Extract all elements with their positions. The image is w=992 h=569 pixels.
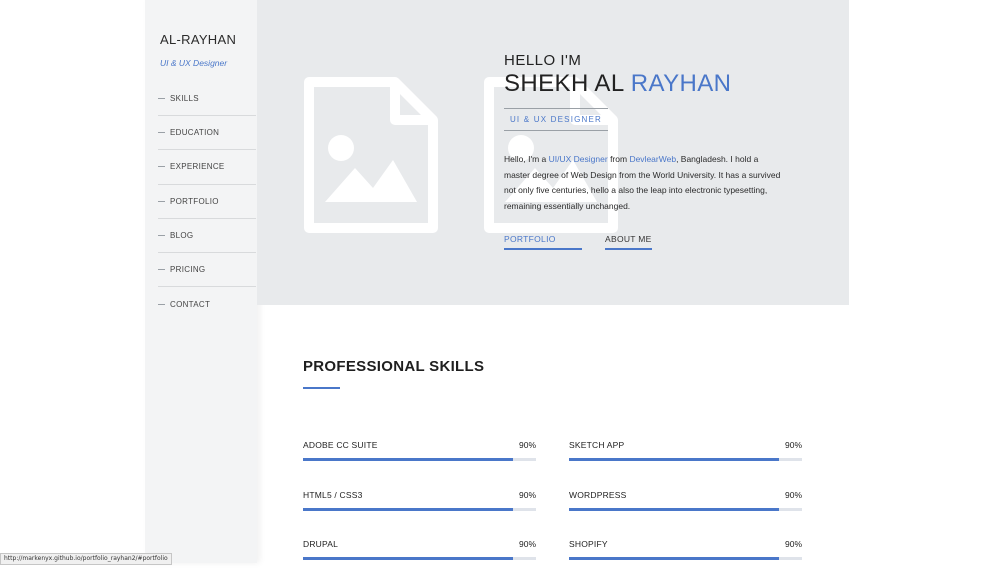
bio-from: from <box>610 154 628 164</box>
skill-progress-track <box>303 508 536 511</box>
skill-name: DRUPAL <box>303 539 339 549</box>
hero-bio: Hello, I'm a UI/UX Designer from Devlear… <box>504 152 784 214</box>
skill-progress-fill <box>303 508 513 511</box>
hero-greeting: HELLO I'M <box>504 52 582 69</box>
brand-logo[interactable]: AL-RAYHAN <box>160 32 236 47</box>
skill-percent: 90% <box>518 539 536 549</box>
skill-item: SKETCH APP 90% <box>569 440 802 470</box>
about-me-button[interactable]: ABOUT ME <box>605 234 652 250</box>
dash-icon <box>158 166 165 168</box>
portfolio-button[interactable]: PORTFOLIO <box>504 234 582 250</box>
dash-icon <box>158 200 165 202</box>
sidebar-item-label: EXPERIENCE <box>170 162 225 172</box>
skill-item: WORDPRESS 90% <box>569 490 802 520</box>
skill-percent: 90% <box>784 539 802 549</box>
skill-progress-fill <box>569 458 779 461</box>
skills-section-title: PROFESSIONAL SKILLS <box>303 358 485 375</box>
skill-item: HTML5 / CSS3 90% <box>303 490 536 520</box>
skill-item: ADOBE CC SUITE 90% <box>303 440 536 470</box>
skill-item: SHOPIFY 90% <box>569 539 802 569</box>
skill-progress-track <box>303 557 536 560</box>
sidebar-item-pricing[interactable]: PRICING <box>158 253 256 288</box>
skill-progress-fill <box>303 557 513 560</box>
bio-prefix: Hello, I'm a <box>504 154 547 164</box>
sidebar-item-skills[interactable]: SKILLS <box>158 82 256 117</box>
browser-status-bar: http://markenyx.github.io/portfolio_rayh… <box>0 553 172 565</box>
bio-role-link[interactable]: UI/UX Designer <box>549 154 608 164</box>
skill-progress-track <box>303 458 536 461</box>
dash-icon <box>158 303 165 305</box>
skill-percent: 90% <box>518 490 536 500</box>
hero-name: SHEKH AL RAYHAN <box>504 70 731 98</box>
dash-icon <box>158 132 165 134</box>
dash-icon <box>158 269 165 271</box>
skill-progress-track <box>569 557 802 560</box>
dash-icon <box>158 234 165 236</box>
skill-name: HTML5 / CSS3 <box>303 490 363 500</box>
skill-name: ADOBE CC SUITE <box>303 440 378 450</box>
skill-name: WORDPRESS <box>569 490 627 500</box>
bio-company-link[interactable]: DevlearWeb <box>629 154 676 164</box>
sidebar-item-label: PRICING <box>170 265 206 275</box>
skill-progress-track <box>569 458 802 461</box>
sidebar-item-portfolio[interactable]: PORTFOLIO <box>158 185 256 219</box>
skill-progress-fill <box>303 458 513 461</box>
skill-name: SKETCH APP <box>569 440 625 450</box>
image-placeholder-icon <box>304 77 438 233</box>
sidebar: AL-RAYHAN UI & UX Designer SKILLS EDUCAT… <box>145 0 257 563</box>
sidebar-item-experience[interactable]: EXPERIENCE <box>158 150 256 185</box>
hero-name-first: SHEKH AL <box>504 70 624 97</box>
sidebar-item-label: CONTACT <box>170 299 211 309</box>
skill-progress-track <box>569 508 802 511</box>
sidebar-item-label: EDUCATION <box>170 128 220 138</box>
sidebar-item-education[interactable]: EDUCATION <box>158 116 256 151</box>
brand-tagline: UI & UX Designer <box>160 58 228 68</box>
sidebar-menu: SKILLS EDUCATION EXPERIENCE PORTFOLIO BL… <box>158 82 256 321</box>
hero-section: HELLO I'M SHEKH AL RAYHAN UI & UX DESIGN… <box>257 0 849 305</box>
sidebar-item-label: PORTFOLIO <box>170 196 219 206</box>
skill-item: DRUPAL 90% <box>303 539 536 569</box>
skill-progress-fill <box>569 557 779 560</box>
title-underline <box>303 387 340 389</box>
page-margin-left <box>0 0 145 563</box>
hero-name-last: RAYHAN <box>630 70 732 97</box>
skill-percent: 90% <box>518 440 536 450</box>
hero-role-badge: UI & UX DESIGNER <box>504 108 608 131</box>
skill-name: SHOPIFY <box>569 539 608 549</box>
dash-icon <box>158 98 165 100</box>
sidebar-item-label: SKILLS <box>170 94 199 104</box>
skill-percent: 90% <box>784 490 802 500</box>
sidebar-item-contact[interactable]: CONTACT <box>158 287 256 321</box>
skill-progress-fill <box>569 508 779 511</box>
sidebar-item-label: BLOG <box>170 230 194 240</box>
sidebar-item-blog[interactable]: BLOG <box>158 219 256 253</box>
skill-percent: 90% <box>784 440 802 450</box>
